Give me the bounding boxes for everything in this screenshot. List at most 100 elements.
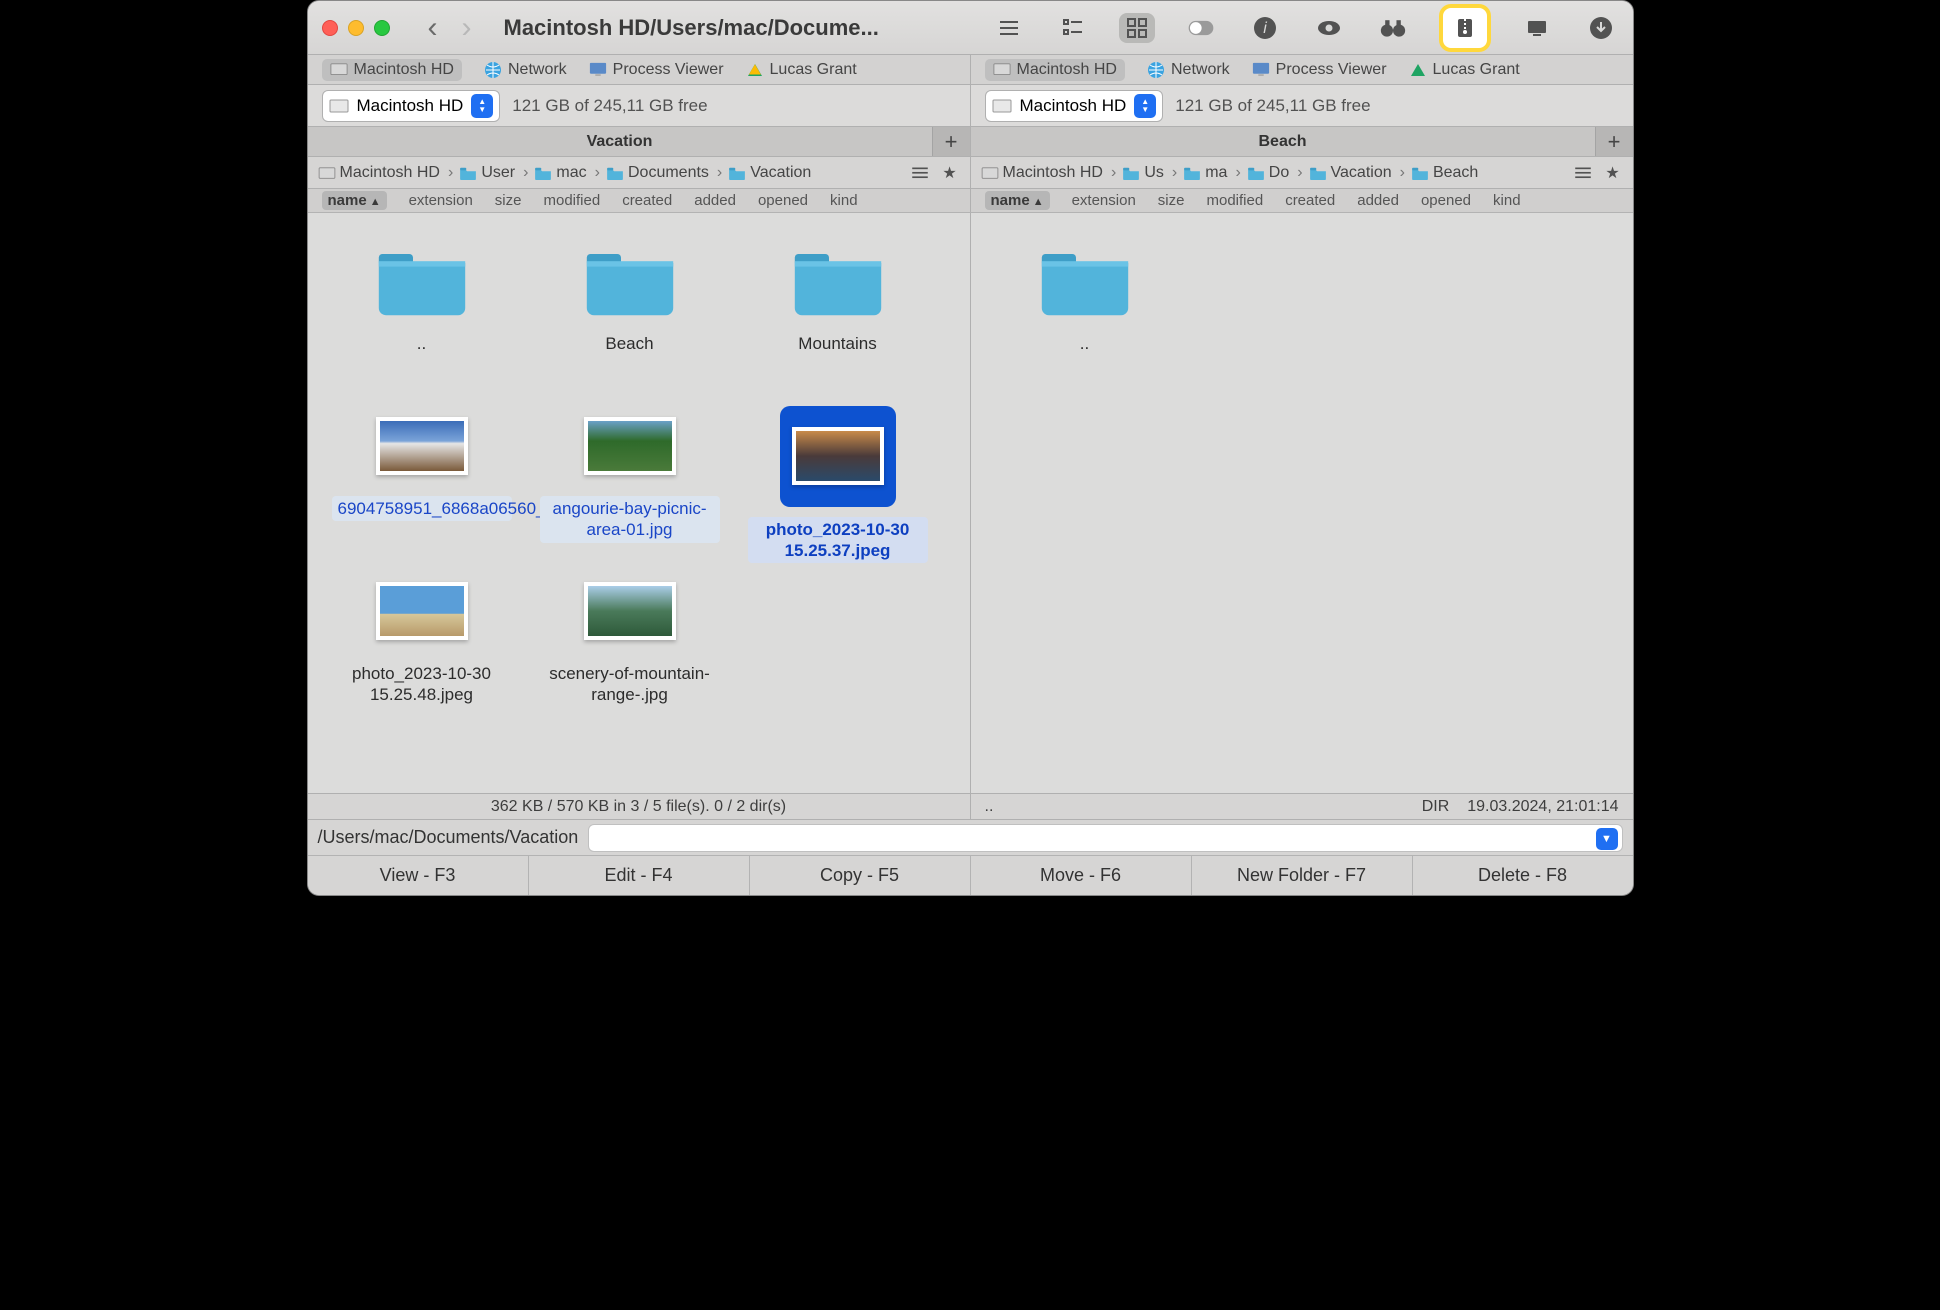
fav-hd[interactable]: Macintosh HD [322, 59, 462, 81]
view-grid-icon[interactable] [1119, 13, 1155, 43]
network-share-icon[interactable] [1519, 13, 1555, 43]
toggle-hidden-icon[interactable] [1183, 13, 1219, 43]
back-button[interactable]: ‹ [428, 13, 438, 43]
item-label: Mountains [792, 331, 882, 356]
fn-view[interactable]: View - F3 [308, 856, 528, 895]
fn-delete[interactable]: Delete - F8 [1412, 856, 1633, 895]
column-name[interactable]: name▲ [985, 191, 1050, 210]
stepper-icon[interactable]: ▲▼ [471, 94, 493, 118]
column-modified[interactable]: modified [1206, 192, 1263, 209]
fn-newfolder[interactable]: New Folder - F7 [1191, 856, 1412, 895]
folder-item[interactable]: .. [318, 233, 526, 398]
function-keys: View - F3 Edit - F4 Copy - F5 Move - F6 … [308, 855, 1633, 895]
breadcrumb-segment[interactable]: ›Beach [1398, 164, 1479, 182]
folder-icon [372, 241, 472, 321]
file-item[interactable]: photo_2023-10-30 15.25.37.jpeg [734, 398, 942, 563]
folder-icon [580, 241, 680, 321]
column-added[interactable]: added [694, 192, 736, 209]
volume-select-r[interactable]: Macintosh HD ▲▼ [985, 90, 1164, 122]
breadcrumb-segment[interactable]: ›mac [521, 164, 587, 182]
fav-user[interactable]: Lucas Grant [746, 61, 857, 79]
volume-name: Macintosh HD [357, 96, 464, 116]
tab-row: Vacation + Beach + [308, 127, 1633, 157]
column-name[interactable]: name▲ [322, 191, 387, 210]
column-extension[interactable]: extension [409, 192, 473, 209]
breadcrumb-segment[interactable]: ›User [446, 164, 515, 182]
breadcrumb-segment[interactable]: Macintosh HD [981, 164, 1103, 182]
columns-toggle-icon[interactable] [910, 163, 930, 183]
folder-item[interactable]: Beach [526, 233, 734, 398]
fn-edit[interactable]: Edit - F4 [528, 856, 749, 895]
view-detail-icon[interactable] [1055, 13, 1091, 43]
column-created[interactable]: created [1285, 192, 1335, 209]
status-right-kind: DIR [1422, 798, 1450, 816]
fav-hd-label: Macintosh HD [354, 61, 454, 79]
fav-process[interactable]: Process Viewer [589, 61, 724, 79]
file-item[interactable]: photo_2023-10-30 15.25.48.jpeg [318, 563, 526, 728]
add-tab-left[interactable]: + [932, 127, 970, 156]
toolbar: i [991, 4, 1619, 52]
fav-process-r[interactable]: Process Viewer [1252, 61, 1387, 79]
volume-right: Macintosh HD ▲▼ 121 GB of 245,11 GB free [970, 85, 1633, 126]
binoculars-icon[interactable] [1375, 13, 1411, 43]
svg-text:i: i [1263, 20, 1267, 37]
status-right-date: 19.03.2024, 21:01:14 [1467, 798, 1618, 816]
columns-toggle-icon-r[interactable] [1573, 163, 1593, 183]
column-opened[interactable]: opened [1421, 192, 1471, 209]
favorite-star-icon[interactable]: ★ [940, 163, 960, 183]
download-icon[interactable] [1583, 13, 1619, 43]
zoom-button[interactable] [374, 20, 390, 36]
breadcrumb-segment[interactable]: ›Vacation [715, 164, 811, 182]
column-size[interactable]: size [495, 192, 522, 209]
command-input[interactable]: ▼ [588, 824, 1622, 852]
status-row: 362 KB / 570 KB in 3 / 5 file(s). 0 / 2 … [308, 793, 1633, 819]
forward-button[interactable]: › [462, 13, 472, 43]
breadcrumb-segment[interactable]: ›Documents [593, 164, 709, 182]
fav-user-r[interactable]: Lucas Grant [1409, 61, 1520, 79]
breadcrumb-segment[interactable]: ›Us [1109, 164, 1164, 182]
add-tab-right[interactable]: + [1595, 127, 1633, 156]
minimize-button[interactable] [348, 20, 364, 36]
image-thumbnail [372, 571, 472, 651]
tabs-right: Beach + [970, 127, 1633, 157]
file-item[interactable]: angourie-bay-picnic-area-01.jpg [526, 398, 734, 563]
close-button[interactable] [322, 20, 338, 36]
column-kind[interactable]: kind [1493, 192, 1521, 209]
pane-left[interactable]: ..Beach Mountains 6904758951_6868a06560_b.… [308, 213, 970, 793]
fn-move[interactable]: Move - F6 [970, 856, 1191, 895]
column-created[interactable]: created [622, 192, 672, 209]
favorite-star-icon-r[interactable]: ★ [1603, 163, 1623, 183]
info-icon[interactable]: i [1247, 13, 1283, 43]
folder-item[interactable]: .. [981, 233, 1189, 398]
view-list-icon[interactable] [991, 13, 1027, 43]
column-opened[interactable]: opened [758, 192, 808, 209]
tab-beach[interactable]: Beach [971, 127, 1595, 156]
file-item[interactable]: 6904758951_6868a06560_b.jpg [318, 398, 526, 563]
preview-icon[interactable] [1311, 13, 1347, 43]
breadcrumb-segment[interactable]: ›Vacation [1295, 164, 1391, 182]
fn-copy[interactable]: Copy - F5 [749, 856, 970, 895]
file-item[interactable]: scenery-of-mountain-range-.jpg [526, 563, 734, 728]
folder-item[interactable]: Mountains [734, 233, 942, 398]
volume-select[interactable]: Macintosh HD ▲▼ [322, 90, 501, 122]
stepper-icon-r[interactable]: ▲▼ [1134, 94, 1156, 118]
column-modified[interactable]: modified [543, 192, 600, 209]
breadcrumb-segment[interactable]: Macintosh HD [318, 164, 440, 182]
pane-right[interactable]: .. [970, 213, 1633, 793]
item-label: .. [1074, 331, 1095, 356]
fav-network-r[interactable]: Network [1147, 61, 1230, 79]
image-thumbnail [372, 406, 472, 486]
fav-network[interactable]: Network [484, 61, 567, 79]
grid-right: .. [971, 213, 1633, 418]
item-label: scenery-of-mountain-range-.jpg [540, 661, 720, 708]
column-kind[interactable]: kind [830, 192, 858, 209]
command-dropdown-icon[interactable]: ▼ [1596, 828, 1618, 850]
column-size[interactable]: size [1158, 192, 1185, 209]
breadcrumb-segment[interactable]: ›ma [1170, 164, 1228, 182]
breadcrumb-segment[interactable]: ›Do [1233, 164, 1289, 182]
column-added[interactable]: added [1357, 192, 1399, 209]
column-extension[interactable]: extension [1072, 192, 1136, 209]
fav-hd-r[interactable]: Macintosh HD [985, 59, 1125, 81]
compress-icon[interactable] [1439, 4, 1491, 52]
tab-vacation[interactable]: Vacation [308, 127, 932, 156]
